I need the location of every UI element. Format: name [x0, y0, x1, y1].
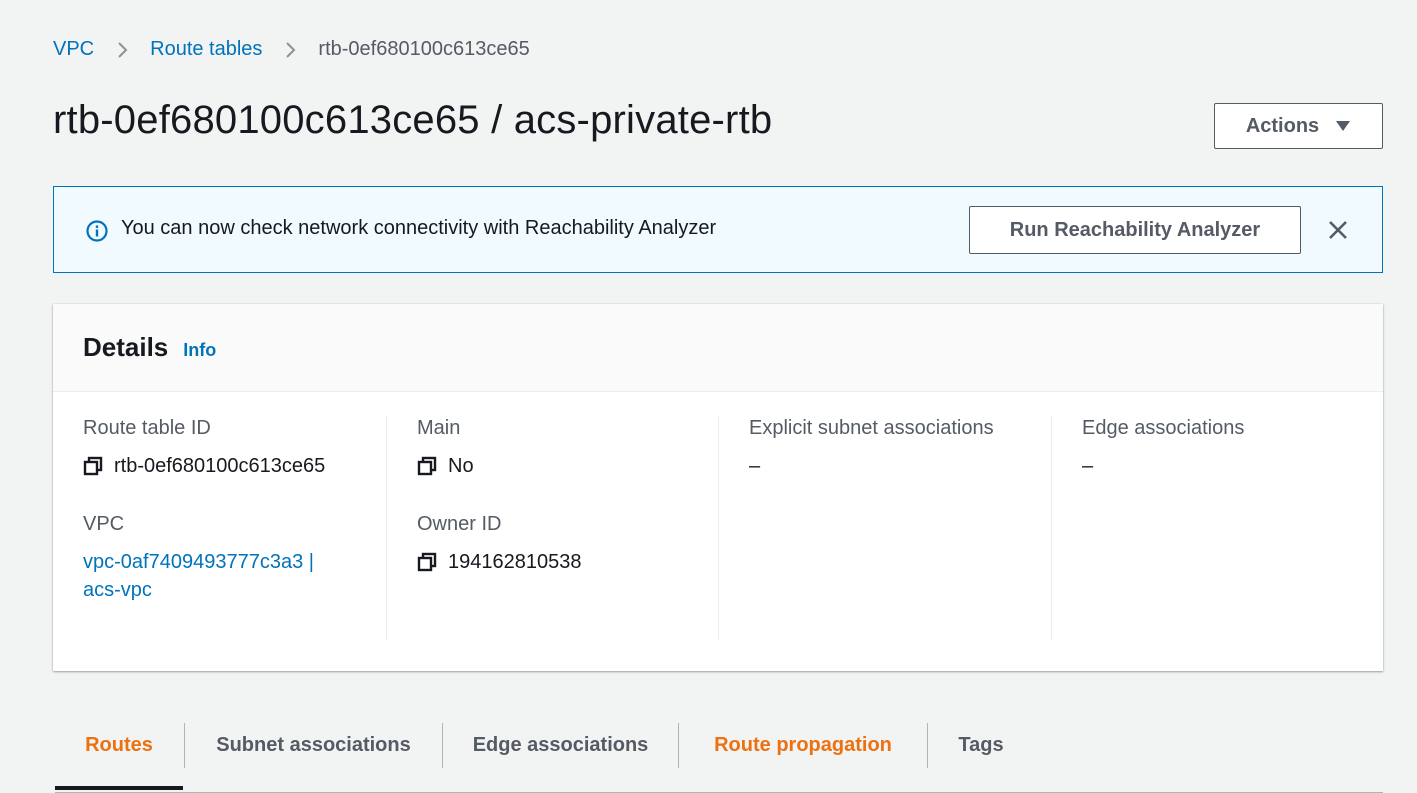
info-icon	[86, 220, 108, 242]
breadcrumb-current: rtb-0ef680100c613ce65	[318, 38, 530, 60]
tab-edge-associations[interactable]: Edge associations	[443, 722, 678, 768]
details-card-body: Route table ID rtb-0ef680100c613ce65 VPC…	[53, 392, 1383, 671]
breadcrumb-link-vpc[interactable]: VPC	[53, 38, 94, 61]
route-table-id-label: Route table ID	[83, 417, 211, 439]
tab-routes[interactable]: Routes	[55, 722, 183, 768]
tab-subnet-associations[interactable]: Subnet associations	[185, 722, 442, 768]
main-field: Main No	[417, 416, 718, 478]
vpc-link[interactable]: vpc-0af7409493777c3a3 | acs-vpc	[83, 548, 353, 604]
explicit-subnet-field: Explicit subnet associations –	[749, 416, 1051, 478]
alert-message: You can now check network connectivity w…	[121, 217, 717, 239]
vpc-label: VPC	[83, 513, 125, 535]
edge-associations-value: –	[1082, 455, 1094, 477]
details-column-2: Main No Owner ID 194162810538	[417, 416, 719, 640]
route-table-id-field: Route table ID rtb-0ef680100c613ce65	[83, 416, 386, 478]
actions-button[interactable]: Actions	[1214, 103, 1383, 149]
edge-associations-label: Edge associations	[1082, 417, 1245, 439]
main-value-row: No	[417, 454, 718, 478]
owner-id-field: Owner ID 194162810538	[417, 512, 718, 574]
explicit-subnet-label: Explicit subnet associations	[749, 417, 994, 439]
details-column-3: Explicit subnet associations –	[749, 416, 1052, 640]
main-label: Main	[417, 417, 461, 439]
run-reachability-analyzer-button[interactable]: Run Reachability Analyzer	[969, 206, 1301, 254]
explicit-subnet-value: –	[749, 455, 761, 477]
main-value: No	[448, 455, 474, 477]
tab-tags[interactable]: Tags	[928, 722, 1034, 768]
details-column-4: Edge associations –	[1082, 416, 1362, 640]
tab-bar: Routes Subnet associations Edge associat…	[55, 722, 1383, 793]
edge-associations-field: Edge associations –	[1082, 416, 1362, 478]
vpc-field: VPC vpc-0af7409493777c3a3 | acs-vpc	[83, 512, 386, 604]
active-tab-indicator	[55, 786, 183, 790]
copy-icon[interactable]	[417, 456, 437, 476]
details-card-header: Details Info	[53, 304, 1383, 392]
close-icon[interactable]	[1326, 218, 1350, 242]
reachability-alert: You can now check network connectivity w…	[53, 186, 1383, 273]
route-table-id-value: rtb-0ef680100c613ce65	[114, 455, 326, 477]
owner-id-label: Owner ID	[417, 513, 502, 535]
details-column-1: Route table ID rtb-0ef680100c613ce65 VPC…	[83, 416, 387, 640]
owner-id-value: 194162810538	[448, 551, 582, 573]
route-table-id-value-row: rtb-0ef680100c613ce65	[83, 454, 386, 478]
chevron-right-icon	[282, 41, 300, 59]
chevron-right-icon	[114, 41, 132, 59]
breadcrumb-link-route-tables[interactable]: Route tables	[150, 38, 262, 61]
page-title: rtb-0ef680100c613ce65 / acs-private-rtb	[53, 98, 773, 142]
copy-icon[interactable]	[417, 552, 437, 572]
details-title: Details	[83, 332, 169, 362]
owner-id-value-row: 194162810538	[417, 550, 718, 574]
breadcrumb: VPC Route tables rtb-0ef680100c613ce65	[53, 38, 530, 61]
details-card: Details Info Route table ID rtb-0ef68010…	[53, 304, 1383, 671]
actions-button-label: Actions	[1245, 114, 1320, 137]
info-link[interactable]: Info	[183, 340, 216, 361]
caret-down-icon	[1335, 120, 1351, 132]
copy-icon[interactable]	[83, 456, 103, 476]
tab-route-propagation[interactable]: Route propagation	[679, 722, 927, 768]
